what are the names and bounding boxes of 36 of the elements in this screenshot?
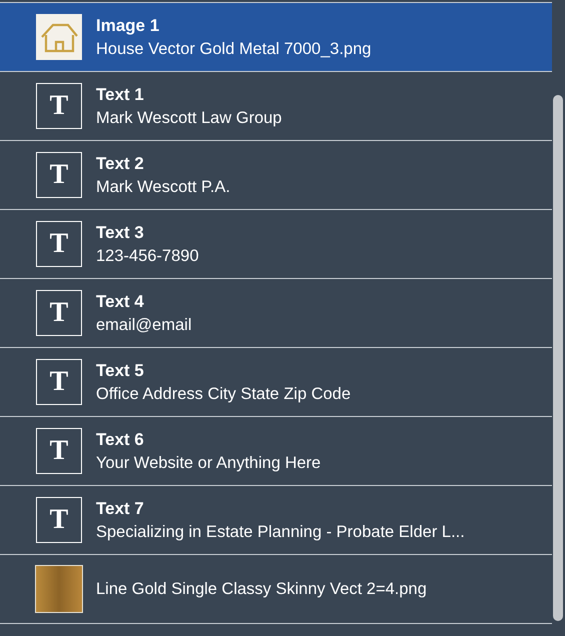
layer-title: Image 1 (96, 16, 160, 36)
layer-item[interactable]: T Text 2 Mark Wescott P.A. (0, 141, 552, 210)
layer-title: Text 7 (96, 498, 144, 518)
text-type-icon: T (36, 428, 82, 474)
layer-name: Office Address City State Zip Code (96, 384, 351, 404)
layer-title: Text 5 (96, 360, 144, 380)
layer-item[interactable]: T Text 3 123-456-7890 (0, 210, 552, 279)
layer-name: Your Website or Anything Here (96, 454, 321, 472)
house-icon (36, 14, 82, 60)
text-type-icon: T (36, 290, 82, 336)
layer-title: Text 4 (96, 292, 144, 312)
layer-name: email@email (96, 316, 192, 334)
layer-item[interactable]: T Text 6 Your Website or Anything Here (0, 417, 552, 486)
layer-item[interactable]: Image 1 House Vector Gold Metal 7000_3.png (0, 3, 552, 72)
text-type-icon: T (36, 359, 82, 405)
text-type-icon: T (36, 83, 82, 129)
layer-title: Text 2 (96, 154, 144, 174)
layer-item[interactable]: T Text 1 Mark Wescott Law Group (0, 72, 552, 141)
layer-name: Specializing in Estate Planning - Probate Elder L... (96, 522, 465, 542)
text-type-icon: T (36, 152, 82, 198)
layer-title: Text 3 (96, 222, 144, 242)
layer-name: Mark Wescott P.A. (96, 178, 230, 196)
layer-item[interactable]: Line Gold Single Classy Skinny Vect 2=4.png (0, 555, 552, 624)
line-thumbnail (36, 566, 82, 612)
layer-title: Text 1 (96, 84, 144, 104)
layer-name: Line Gold Single Classy Skinny Vect 2=4.png (96, 580, 427, 598)
layer-name: Mark Wescott Law Group (96, 108, 282, 128)
text-type-icon: T (36, 221, 82, 267)
layer-item[interactable]: T Text 5 Office Address City State Zip Code (0, 348, 552, 417)
layer-item[interactable]: T Text 7 Specializing in Estate Planning - Probate Elder L... (0, 486, 552, 555)
layer-name: House Vector Gold Metal 7000_3.png (96, 40, 372, 58)
scrollbar[interactable] (553, 95, 563, 621)
layer-item[interactable]: T Text 4 email@email (0, 279, 552, 348)
text-type-icon: T (36, 497, 82, 543)
layer-name: 123-456-7890 (96, 246, 199, 266)
layer-title: Text 6 (96, 430, 144, 450)
